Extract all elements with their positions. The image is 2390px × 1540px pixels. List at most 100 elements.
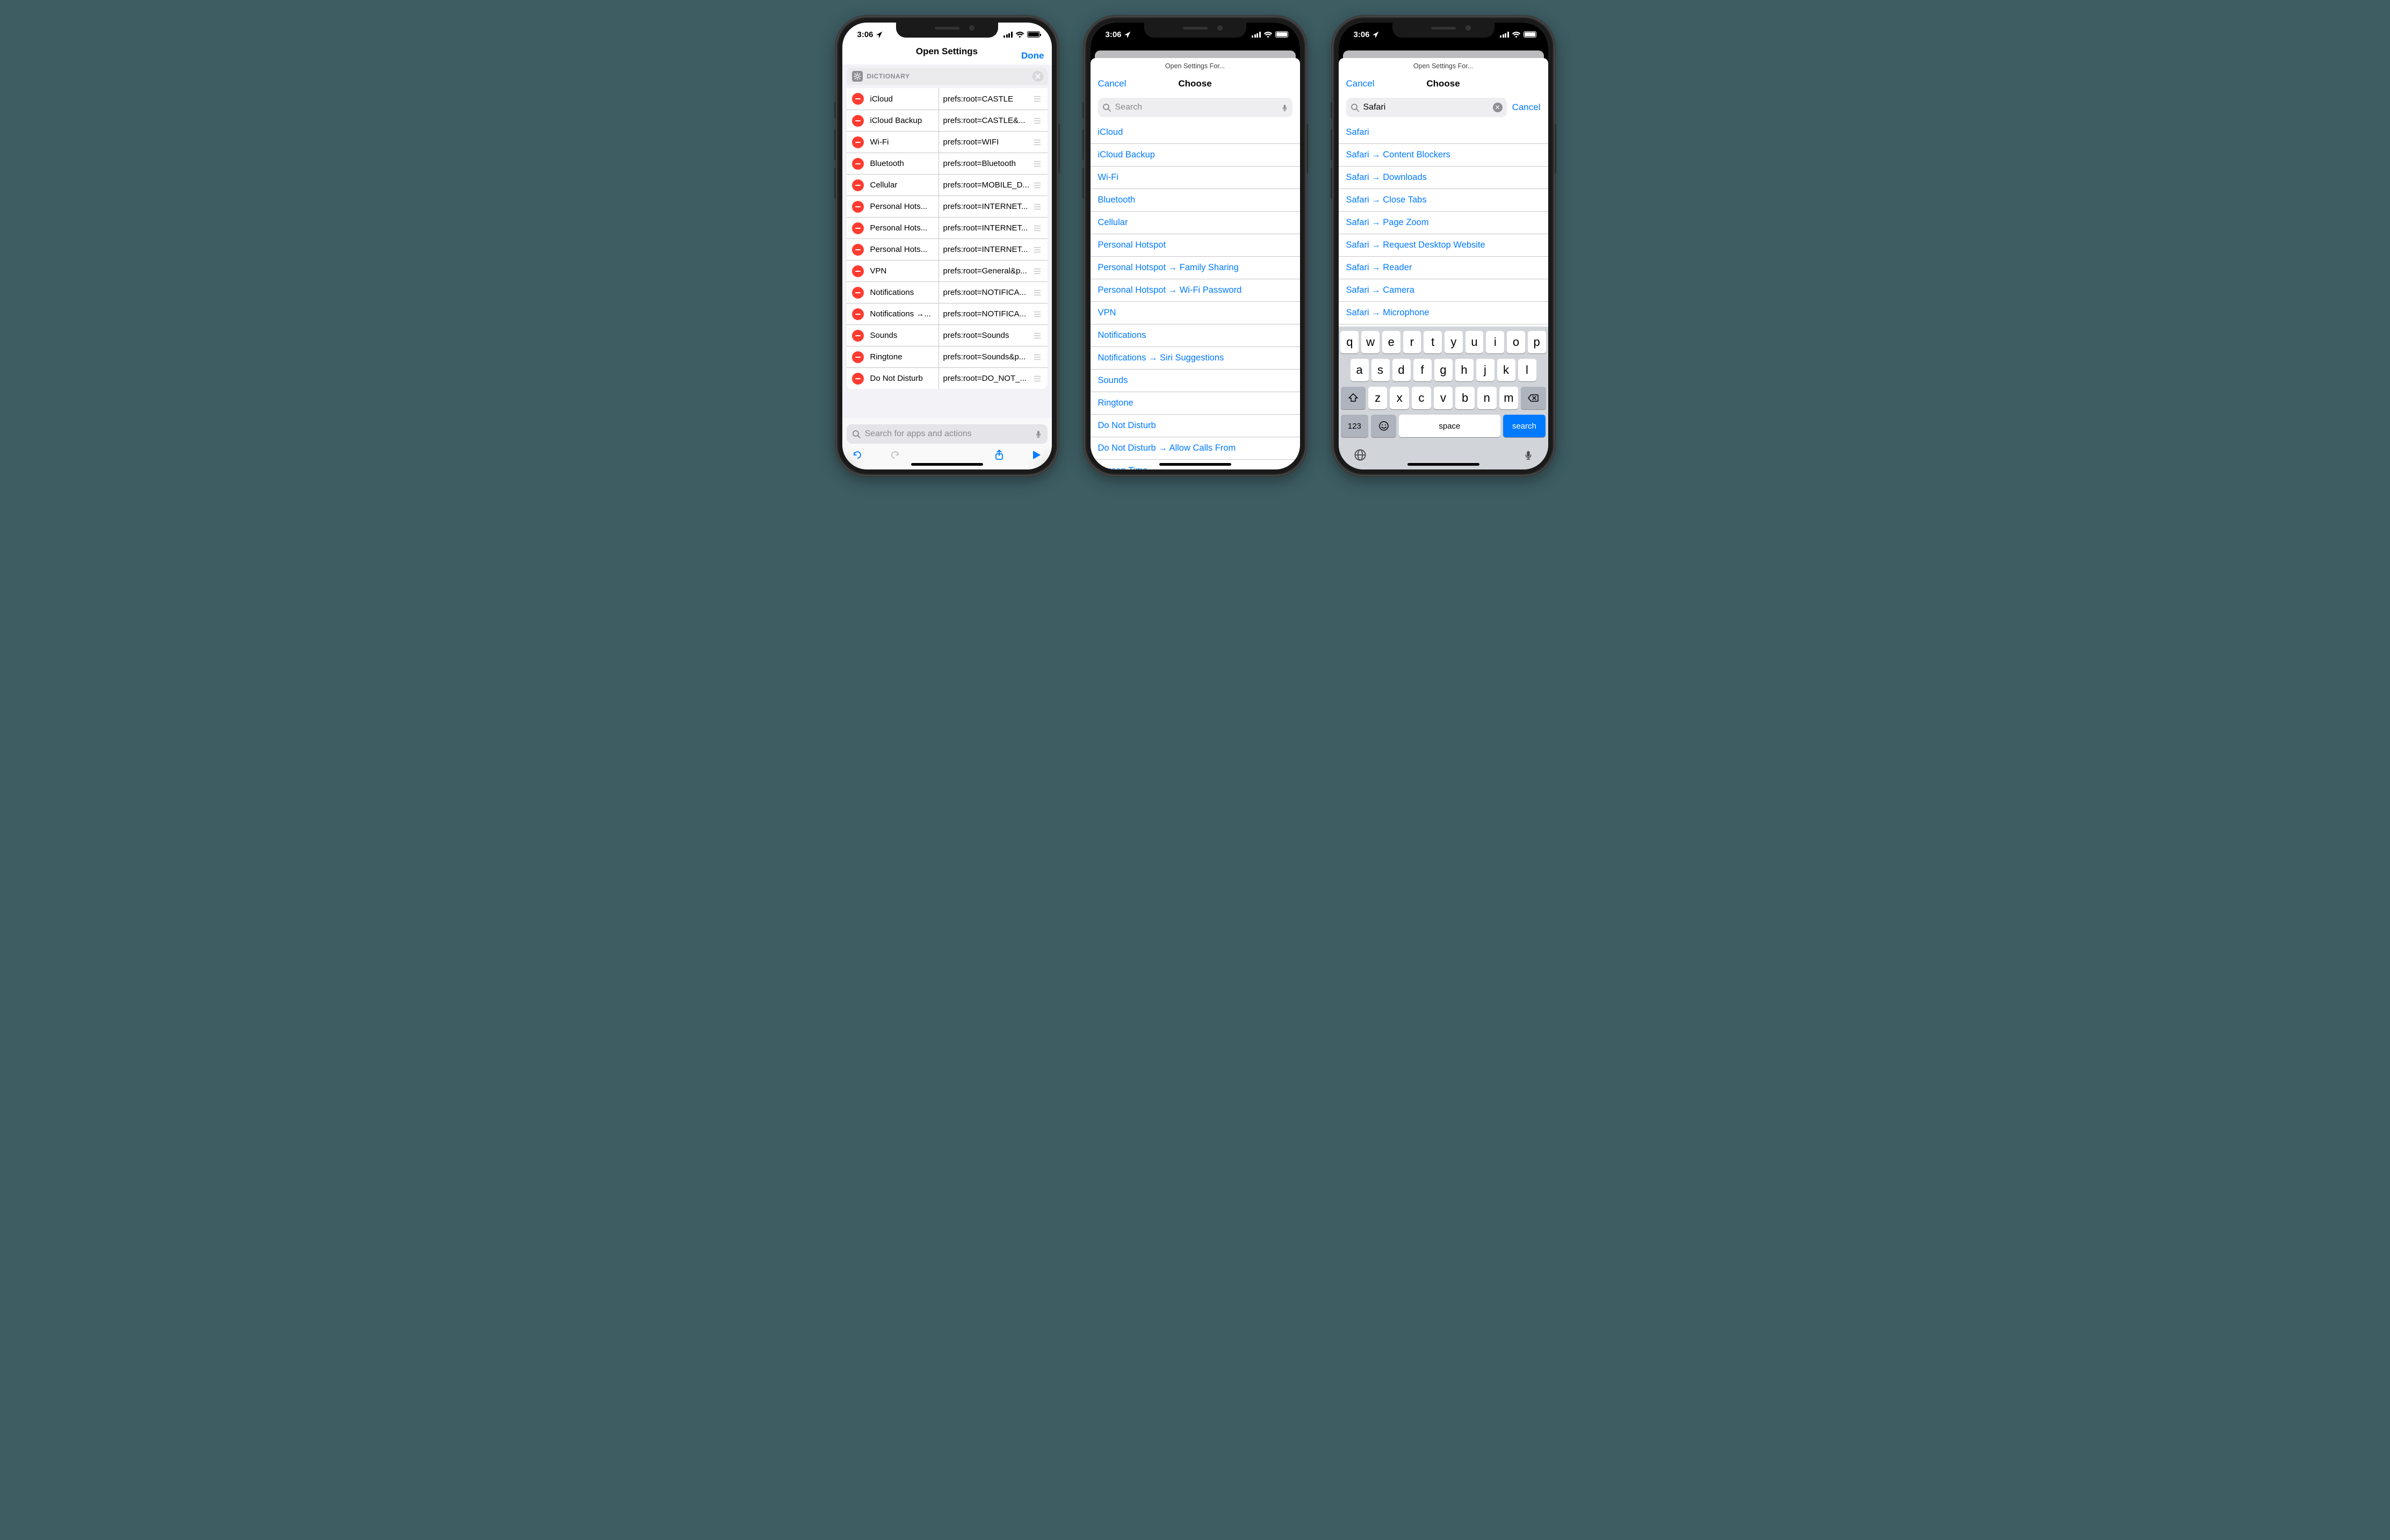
delete-button[interactable] — [852, 308, 864, 320]
key-y[interactable]: y — [1445, 331, 1463, 353]
key-i[interactable]: i — [1486, 331, 1504, 353]
play-button[interactable] — [1031, 450, 1042, 460]
search-key[interactable]: search — [1503, 415, 1546, 437]
home-indicator[interactable] — [911, 463, 983, 466]
row-key[interactable]: Bluetooth — [870, 153, 939, 174]
dictation-key[interactable] — [1523, 449, 1533, 461]
key-s[interactable]: s — [1371, 359, 1390, 381]
key-p[interactable]: p — [1528, 331, 1546, 353]
key-m[interactable]: m — [1499, 387, 1519, 409]
row-value[interactable]: prefs:root=NOTIFICA... — [939, 288, 1032, 297]
table-row[interactable]: Soundsprefs:root=Sounds — [847, 324, 1048, 346]
list-item[interactable]: Wi-Fi — [1091, 167, 1300, 189]
key-o[interactable]: o — [1507, 331, 1525, 353]
table-row[interactable]: Do Not Disturbprefs:root=DO_NOT_... — [847, 367, 1048, 389]
row-key[interactable]: VPN — [870, 261, 939, 281]
key-u[interactable]: u — [1465, 331, 1484, 353]
cancel-search-button[interactable]: Cancel — [1512, 102, 1541, 113]
delete-button[interactable] — [852, 244, 864, 256]
delete-button[interactable] — [852, 373, 864, 385]
key-d[interactable]: d — [1392, 359, 1411, 381]
mic-icon[interactable] — [1281, 103, 1288, 112]
reorder-handle[interactable] — [1032, 117, 1048, 125]
table-row[interactable]: Personal Hots...prefs:root=INTERNET... — [847, 238, 1048, 260]
reorder-handle[interactable] — [1032, 182, 1048, 189]
delete-button[interactable] — [852, 287, 864, 299]
list-item[interactable]: Notifications → Siri Suggestions — [1091, 347, 1300, 370]
reorder-handle[interactable] — [1032, 332, 1048, 339]
list-item[interactable]: Safari → Content Blockers — [1339, 144, 1548, 167]
list-item[interactable]: Safari → Downloads — [1339, 167, 1548, 189]
cancel-button[interactable]: Cancel — [1098, 78, 1127, 89]
table-row[interactable]: Notificationsprefs:root=NOTIFICA... — [847, 281, 1048, 303]
backspace-key[interactable] — [1521, 387, 1546, 409]
clear-button[interactable] — [1032, 71, 1043, 82]
row-value[interactable]: prefs:root=CASTLE&... — [939, 116, 1032, 125]
row-key[interactable]: Wi-Fi — [870, 132, 939, 153]
reorder-handle[interactable] — [1032, 95, 1048, 103]
row-value[interactable]: prefs:root=INTERNET... — [939, 202, 1032, 211]
row-key[interactable]: Personal Hots... — [870, 196, 939, 217]
table-row[interactable]: Wi-Fiprefs:root=WIFI — [847, 131, 1048, 153]
search-field[interactable] — [1098, 98, 1293, 117]
key-g[interactable]: g — [1434, 359, 1453, 381]
key-f[interactable]: f — [1413, 359, 1432, 381]
row-key[interactable]: Notifications — [870, 282, 939, 303]
table-row[interactable]: iCloud Backupprefs:root=CASTLE&... — [847, 110, 1048, 131]
table-row[interactable]: iCloudprefs:root=CASTLE — [847, 88, 1048, 110]
row-key[interactable]: iCloud Backup — [870, 110, 939, 131]
reorder-handle[interactable] — [1032, 225, 1048, 232]
delete-button[interactable] — [852, 115, 864, 127]
row-value[interactable]: prefs:root=WIFI — [939, 138, 1032, 147]
search-field[interactable] — [847, 424, 1048, 444]
delete-button[interactable] — [852, 265, 864, 277]
key-j[interactable]: j — [1476, 359, 1494, 381]
table-row[interactable]: Personal Hots...prefs:root=INTERNET... — [847, 196, 1048, 217]
key-q[interactable]: q — [1340, 331, 1359, 353]
delete-button[interactable] — [852, 351, 864, 363]
reorder-handle[interactable] — [1032, 203, 1048, 211]
row-value[interactable]: prefs:root=DO_NOT_... — [939, 374, 1032, 383]
list-item[interactable]: VPN — [1091, 302, 1300, 324]
key-l[interactable]: l — [1518, 359, 1536, 381]
home-indicator[interactable] — [1407, 463, 1479, 466]
row-value[interactable]: prefs:root=General&p... — [939, 266, 1032, 276]
table-row[interactable]: Cellularprefs:root=MOBILE_D... — [847, 174, 1048, 196]
space-key[interactable]: space — [1399, 415, 1500, 437]
key-n[interactable]: n — [1477, 387, 1497, 409]
reorder-handle[interactable] — [1032, 246, 1048, 254]
list-item[interactable]: Safari → Page Zoom — [1339, 212, 1548, 234]
clear-search-button[interactable]: ✕ — [1493, 103, 1503, 112]
row-value[interactable]: prefs:root=INTERNET... — [939, 223, 1032, 233]
list-item[interactable]: Cellular — [1091, 212, 1300, 234]
row-value[interactable]: prefs:root=CASTLE — [939, 95, 1032, 104]
delete-button[interactable] — [852, 201, 864, 213]
share-button[interactable] — [994, 449, 1005, 461]
search-input[interactable] — [1114, 102, 1278, 113]
list-item[interactable]: Bluetooth — [1091, 189, 1300, 212]
list-item[interactable]: Safari → Reader — [1339, 257, 1548, 279]
row-key[interactable]: iCloud — [870, 88, 939, 110]
reorder-handle[interactable] — [1032, 310, 1048, 318]
list-item[interactable]: Do Not Disturb → Allow Calls From — [1091, 437, 1300, 460]
list-item[interactable]: Notifications — [1091, 324, 1300, 347]
row-key[interactable]: Do Not Disturb — [870, 368, 939, 389]
row-key[interactable]: Sounds — [870, 325, 939, 346]
table-row[interactable]: Personal Hots...prefs:root=INTERNET... — [847, 217, 1048, 238]
key-r[interactable]: r — [1403, 331, 1421, 353]
done-button[interactable]: Done — [1021, 50, 1044, 61]
key-k[interactable]: k — [1497, 359, 1515, 381]
list-item[interactable]: Personal Hotspot → Wi-Fi Password — [1091, 279, 1300, 302]
row-value[interactable]: prefs:root=MOBILE_D... — [939, 180, 1032, 190]
search-input[interactable] — [1362, 102, 1490, 113]
reorder-handle[interactable] — [1032, 289, 1048, 297]
list-item[interactable]: Personal Hotspot — [1091, 234, 1300, 257]
list-item[interactable]: iCloud — [1091, 121, 1300, 144]
emoji-key[interactable] — [1371, 415, 1396, 437]
globe-key[interactable] — [1354, 449, 1367, 461]
list-item[interactable]: Safari → Camera — [1339, 279, 1548, 302]
row-key[interactable]: Personal Hots... — [870, 239, 939, 260]
key-x[interactable]: x — [1390, 387, 1409, 409]
row-value[interactable]: prefs:root=Bluetooth — [939, 159, 1032, 168]
delete-button[interactable] — [852, 330, 864, 342]
